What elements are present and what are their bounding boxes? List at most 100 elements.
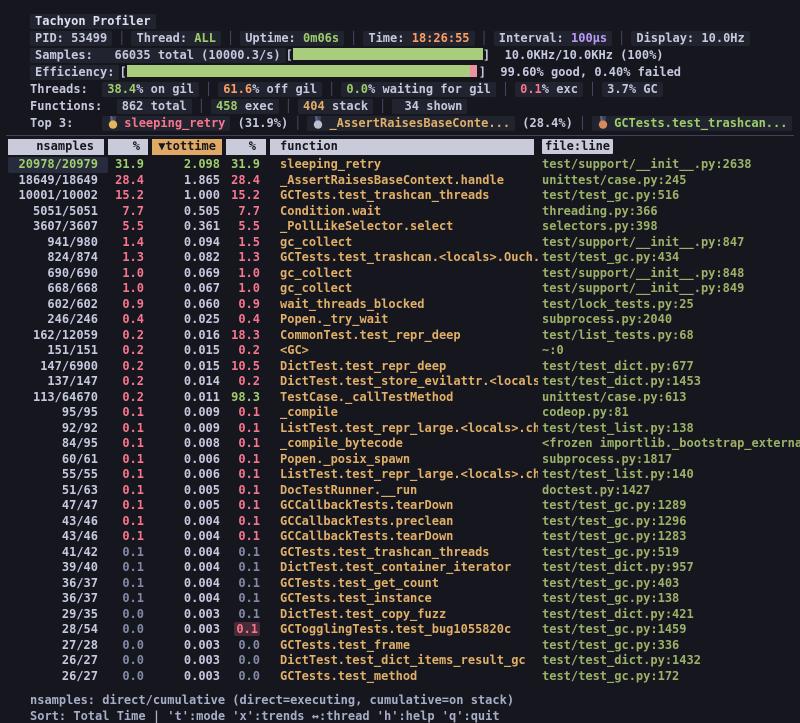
table-row[interactable]: 668/6681.00.0671.0gc_collecttest/support… [8,281,800,297]
column-header-pct-direct[interactable]: % [108,139,152,155]
separator: │ [496,82,515,96]
efficiency-line: Efficiency:[] 99.60% good, 0.40% failed [30,64,800,81]
cell-file-line: doctest.py:1427 [538,483,800,499]
function-stat: 404 stack [298,99,373,114]
pct-cumulative-value: 1.0 [238,266,260,280]
table-row[interactable]: 55/550.10.0060.1ListTest.test_repr_large… [8,467,800,483]
cell-function-name: GCTests.test_get_count [270,576,538,592]
cell-nsamples: 29/35 [8,607,108,623]
table-row[interactable]: 84/950.10.0080.1_compile_bytecode<frozen… [8,436,800,452]
column-header-tottime-sorted[interactable]: ▼tottime [152,139,226,155]
table-row[interactable]: 824/8741.30.0821.3GCTests.test_trashcan.… [8,250,800,266]
table-row[interactable]: 602/6020.90.0600.9wait_threads_blockedte… [8,297,800,313]
table-row[interactable]: 92/920.10.0090.1ListTest.test_repr_large… [8,421,800,437]
cell-function-name: DocTestRunner.__run [270,483,538,499]
table-row[interactable]: 147/69000.20.01510.5DictTest.test_repr_d… [8,359,800,375]
pct-cumulative-value: 0.1 [238,607,260,621]
table-row[interactable]: 3607/36075.50.3615.5_PollLikeSelector.se… [8,219,800,235]
pct-cumulative-value: 0.1 [238,436,260,450]
cell-nsamples: 41/42 [8,545,108,561]
cell-pct-direct: 0.1 [108,560,152,576]
cell-tottime: 0.008 [152,436,226,452]
table-row[interactable]: 26/270.00.0030.0GCTests.test_methodtest/… [8,669,800,685]
column-header-file-line[interactable]: file:line [538,139,800,155]
pct-cumulative-value: 5.5 [238,219,260,233]
table-row[interactable]: 151/1510.20.0150.2<GC>~:0 [8,343,800,359]
top3-function-name: sleeping_retry [124,116,225,130]
table-row[interactable]: 95/950.10.0090.1_compilecodeop.py:81 [8,405,800,421]
cell-tottime: 0.003 [152,622,226,638]
separator: │ [583,82,602,96]
pct-cumulative-value: 0.2 [238,374,260,388]
cell-pct-direct: 0.0 [108,607,152,623]
table-row[interactable]: 36/370.10.0040.1GCTests.test_get_countte… [8,576,800,592]
samples-line: Samples: 66035 total (10000.3/s)[] 10.0K… [30,47,800,64]
cell-function-name: gc_collect [270,281,538,297]
table-row[interactable]: 47/470.10.0050.1GCCallbackTests.tearDown… [8,498,800,514]
table-row[interactable]: 246/2460.40.0250.4Popen._try_waitsubproc… [8,312,800,328]
cell-function-name: DictTest.test_copy_fuzz [270,607,538,623]
cell-function-name: Popen._try_wait [270,312,538,328]
table-row[interactable]: 41/420.10.0040.1GCTests.test_trashcan_th… [8,545,800,561]
cell-pct-direct: 0.0 [108,638,152,654]
efficiency-label: Efficiency: [35,65,114,79]
cell-tottime: 0.004 [152,576,226,592]
cell-tottime: 0.069 [152,266,226,282]
thread-stat: 38.4% on gil [102,82,199,97]
function-stat-label: exec [238,99,274,113]
separator: │ [192,99,211,113]
table-row[interactable]: 113/646700.20.01198.3TestCase._callTestM… [8,390,800,406]
table-row[interactable]: 20978/2097931.92.09831.9sleeping_retryte… [8,157,800,173]
column-header-nsamples[interactable]: nsamples [8,139,108,155]
table-row[interactable]: 162/120590.20.01618.3CommonTest.test_rep… [8,328,800,344]
cell-pct-direct: 0.2 [108,374,152,390]
table-row[interactable]: 60/610.10.0060.1Popen._posix_spawnsubpro… [8,452,800,468]
thread-field[interactable]: Thread: ALL [131,31,220,46]
table-row[interactable]: 51/630.10.0050.1DocTestRunner.__rundocte… [8,483,800,499]
cell-file-line: test/test_gc.py:1296 [538,514,800,530]
cell-function-name: GCTests.test_trashcan_threads [270,545,538,561]
cell-file-line: test/test_gc.py:434 [538,250,800,266]
column-header-function[interactable]: function [270,139,538,155]
table-row[interactable]: 28/540.00.0030.1GCTogglingTests.test_bug… [8,622,800,638]
cell-file-line: test/test_gc.py:1283 [538,529,800,545]
cell-file-line: threading.py:366 [538,204,800,220]
cell-nsamples: 824/874 [8,250,108,266]
column-header-pct-cumulative[interactable]: % [226,139,270,155]
top3-entry: GCTests.test_trashcan... [592,116,792,131]
table-row[interactable]: 10001/1000215.21.00015.2GCTests.test_tra… [8,188,800,204]
samples-value: 66035 total (10000.3/s) [100,48,281,62]
top3-entry: sleeping_retry [102,116,230,131]
table-row[interactable]: 29/350.00.0030.1DictTest.test_copy_fuzzt… [8,607,800,623]
cell-pct-cumulative: 1.3 [226,250,270,266]
table-row[interactable]: 5051/50517.70.5057.7Condition.waitthread… [8,204,800,220]
horizontal-divider [6,135,794,136]
left-bracket: [ [286,48,293,62]
table-row[interactable]: 690/6901.00.0691.0gc_collecttest/support… [8,266,800,282]
table-row[interactable]: 26/270.00.0030.0DictTest.test_dict_items… [8,653,800,669]
table-row[interactable]: 39/400.10.0040.1DictTest.test_container_… [8,560,800,576]
table-row[interactable]: 36/370.10.0040.1GCTests.test_instancetes… [8,591,800,607]
efficiency-field: Efficiency: [30,65,119,80]
cell-pct-cumulative: 0.1 [226,622,270,638]
thread-stat-label: % off gil [252,82,317,96]
table-row[interactable]: 43/460.10.0040.1GCCallbackTests.preclean… [8,514,800,530]
function-stat-label: total [143,99,186,113]
cell-pct-direct: 0.1 [108,452,152,468]
table-row[interactable]: 941/9801.40.0941.5gc_collecttest/support… [8,235,800,251]
interval-field: Interval: 100μs [494,31,612,46]
cell-nsamples: 151/151 [8,343,108,359]
cell-pct-direct: 0.0 [108,622,152,638]
function-stat: 458 exec [211,99,279,114]
display-field: Display: 10.0Hz [631,31,749,46]
cell-function-name: ListTest.test_repr_large.<locals>.check [270,467,538,483]
file-line-header-chip: file:line [542,139,613,154]
table-row[interactable]: 43/460.10.0040.1GCCallbackTests.tearDown… [8,529,800,545]
table-row[interactable]: 27/280.00.0030.0GCTests.test_frametest/t… [8,638,800,654]
cell-tottime: 0.004 [152,529,226,545]
pct-cumulative-value: 0.1 [238,576,260,590]
table-row[interactable]: 137/1470.20.0140.2DictTest.test_store_ev… [8,374,800,390]
cell-pct-cumulative: 0.0 [226,669,270,685]
cell-tottime: 0.006 [152,452,226,468]
table-row[interactable]: 18649/1864928.41.86528.4_AssertRaisesBas… [8,173,800,189]
